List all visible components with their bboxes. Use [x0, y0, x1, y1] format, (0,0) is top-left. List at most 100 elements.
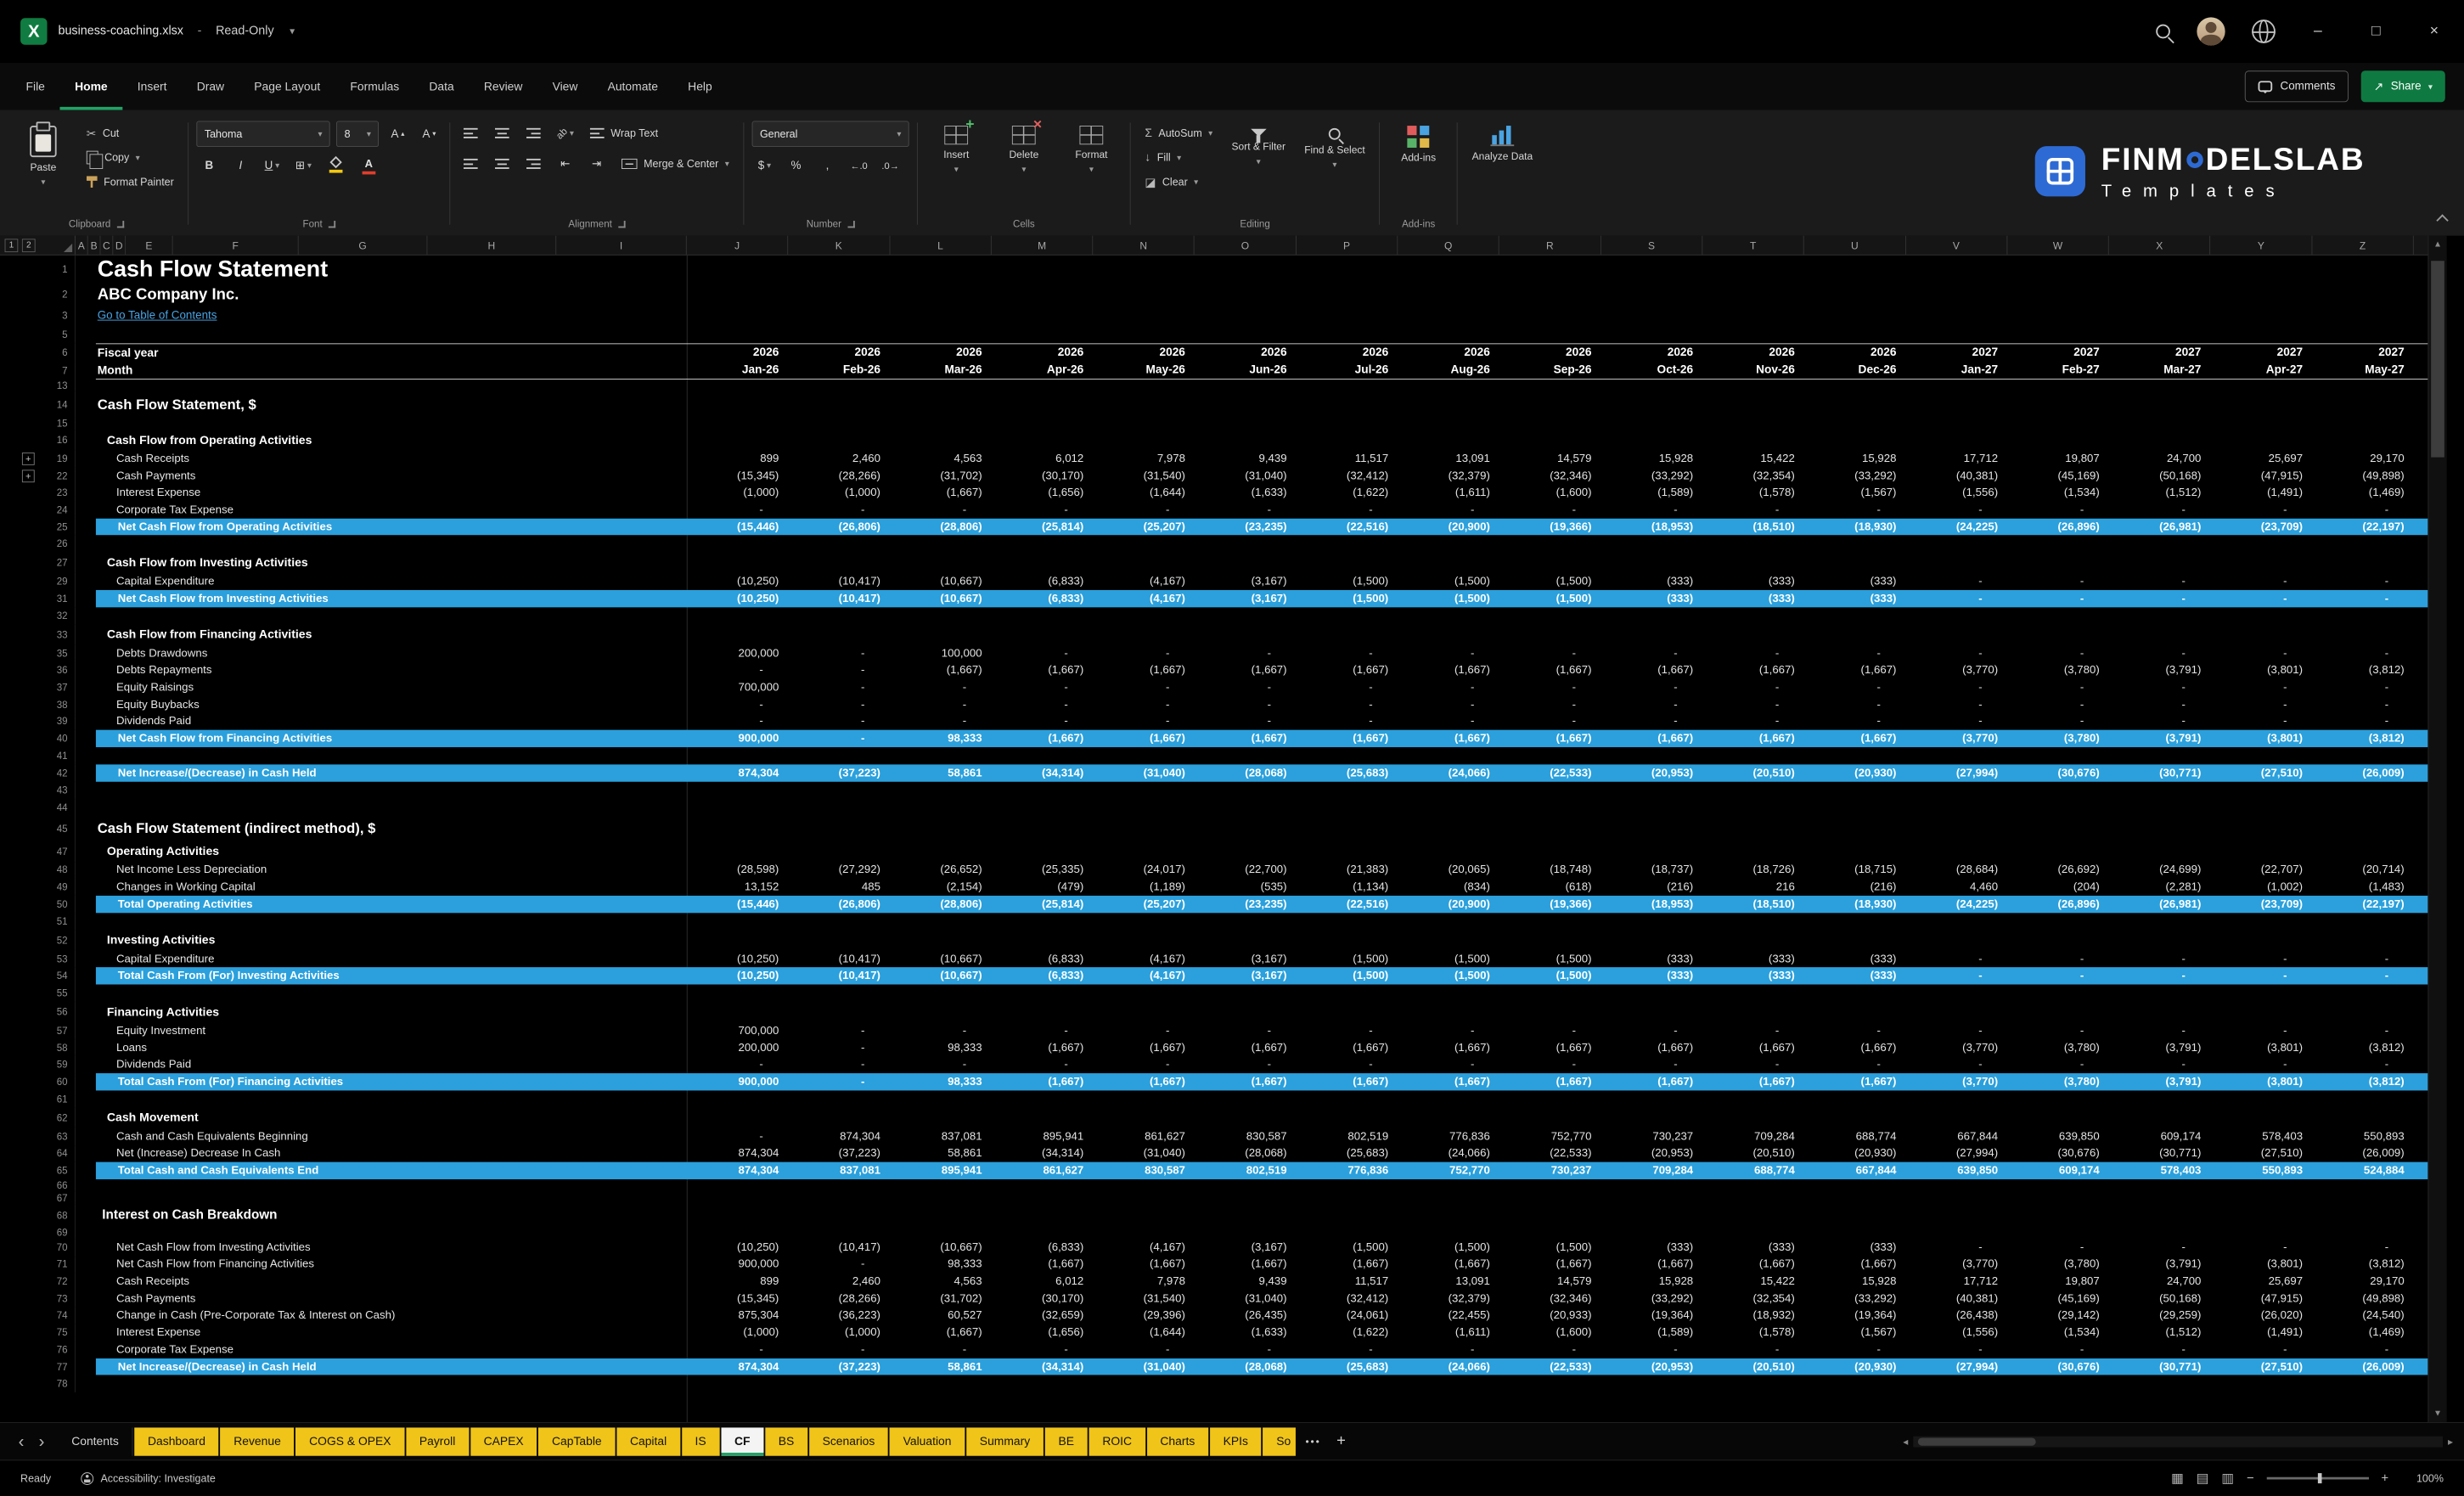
row-label-60[interactable]: Total Cash From (For) Financing Activiti… [96, 1076, 687, 1088]
cell-P70[interactable]: (1,500) [1297, 1241, 1398, 1254]
cell-U63[interactable]: 688,774 [1804, 1130, 1906, 1143]
cell-O6[interactable]: 2026 [1195, 346, 1297, 359]
cell-T75[interactable]: (1,578) [1702, 1326, 1804, 1339]
row-header-56[interactable]: 56 [41, 1002, 76, 1022]
zoom-slider-thumb[interactable] [2318, 1473, 2322, 1483]
cell-N58[interactable]: (1,667) [1093, 1042, 1195, 1055]
cell-N57[interactable]: - [1093, 1025, 1195, 1038]
cell-Y37[interactable]: - [2211, 681, 2313, 694]
cell-M38[interactable]: - [992, 698, 1094, 711]
cell-R42[interactable]: (22,533) [1499, 767, 1601, 779]
row-header-7[interactable]: 7 [41, 362, 76, 380]
number-format-select[interactable]: General▾ [752, 121, 909, 148]
cell-Q72[interactable]: 13,091 [1398, 1275, 1499, 1288]
cell-Q38[interactable]: - [1398, 698, 1499, 711]
cell-T74[interactable]: (18,932) [1702, 1309, 1804, 1322]
cell-L25[interactable]: (28,806) [890, 520, 992, 533]
row-label-6[interactable]: Fiscal year [96, 346, 687, 360]
sheet-tab-charts[interactable]: Charts [1147, 1427, 1208, 1455]
cell-O57[interactable]: - [1195, 1025, 1297, 1038]
cell-W64[interactable]: (30,676) [2007, 1147, 2109, 1160]
cell-Q37[interactable]: - [1398, 681, 1499, 694]
cell-N54[interactable]: (4,167) [1093, 970, 1195, 982]
cell-K42[interactable]: (37,223) [788, 767, 890, 779]
cell-U73[interactable]: (33,292) [1804, 1292, 1906, 1305]
cell-Y49[interactable]: (1,002) [2211, 880, 2313, 893]
cell-S49[interactable]: (216) [1601, 880, 1703, 893]
row-label-48[interactable]: Net Income Less Depreciation [76, 863, 687, 876]
cell-L7[interactable]: Mar-26 [890, 363, 992, 376]
cell-O37[interactable]: - [1195, 681, 1297, 694]
cell-Y76[interactable]: - [2211, 1343, 2313, 1356]
cell-L72[interactable]: 4,563 [890, 1275, 992, 1288]
cell-R40[interactable]: (1,667) [1499, 733, 1601, 745]
cell-Q74[interactable]: (22,455) [1398, 1309, 1499, 1322]
sheet-tab-bs[interactable]: BS [765, 1427, 807, 1455]
cell-O25[interactable]: (23,235) [1195, 520, 1297, 533]
row-header-74[interactable]: 74 [41, 1307, 76, 1324]
cell-K36[interactable]: - [788, 664, 890, 677]
cell-R24[interactable]: - [1499, 503, 1601, 516]
cell-P29[interactable]: (1,500) [1297, 576, 1398, 588]
cell-M76[interactable]: - [992, 1343, 1094, 1356]
cell-J24[interactable]: - [687, 503, 789, 516]
menu-tab-page-layout[interactable]: Page Layout [239, 63, 335, 110]
cell-J59[interactable]: - [687, 1059, 789, 1071]
fill-button[interactable]: ↓Fill▾ [1139, 145, 1219, 170]
cell-R72[interactable]: 14,579 [1499, 1275, 1601, 1288]
cell-J76[interactable]: - [687, 1343, 789, 1356]
cell-X29[interactable]: - [2109, 576, 2211, 588]
cell-Q35[interactable]: - [1398, 647, 1499, 660]
cell-M50[interactable]: (25,814) [992, 898, 1094, 911]
cell-V42[interactable]: (27,994) [1906, 767, 2008, 779]
cell-X59[interactable]: - [2109, 1059, 2211, 1071]
cell-J60[interactable]: 900,000 [687, 1076, 789, 1088]
cell-S6[interactable]: 2026 [1601, 346, 1703, 359]
title-dropdown-icon[interactable]: ▾ [290, 25, 295, 38]
accounting-format-button[interactable]: $▾ [752, 153, 778, 177]
row-header-69[interactable]: 69 [41, 1226, 76, 1239]
cell-V53[interactable]: - [1906, 953, 2008, 965]
cell-K64[interactable]: (37,223) [788, 1147, 890, 1160]
cell-Y64[interactable]: (27,510) [2211, 1147, 2313, 1160]
cell-W40[interactable]: (3,780) [2007, 733, 2109, 745]
cell-W39[interactable]: - [2007, 715, 2109, 728]
cell-M49[interactable]: (479) [992, 880, 1094, 893]
row-header-67[interactable]: 67 [41, 1192, 76, 1205]
cell-K77[interactable]: (37,223) [788, 1360, 890, 1373]
new-sheet-button[interactable]: + [1329, 1432, 1353, 1450]
cell-V71[interactable]: (3,770) [1906, 1258, 2008, 1271]
cell-Z53[interactable]: - [2312, 953, 2414, 965]
cell-N40[interactable]: (1,667) [1093, 733, 1195, 745]
row-header-29[interactable]: 29 [41, 573, 76, 590]
cell-L63[interactable]: 837,081 [890, 1130, 992, 1143]
cell-N38[interactable]: - [1093, 698, 1195, 711]
row-label-64[interactable]: Net (Increase) Decrease In Cash [76, 1147, 687, 1160]
cell-N74[interactable]: (29,396) [1093, 1309, 1195, 1322]
cell-W19[interactable]: 19,807 [2007, 453, 2109, 465]
cell-W74[interactable]: (29,142) [2007, 1309, 2109, 1322]
row-header-63[interactable]: 63 [41, 1128, 76, 1145]
cell-P74[interactable]: (24,061) [1297, 1309, 1398, 1322]
row-label-35[interactable]: Debts Drawdowns [76, 647, 687, 660]
comments-button[interactable]: Comments [2245, 70, 2349, 102]
cell-N73[interactable]: (31,540) [1093, 1292, 1195, 1305]
cell-X54[interactable]: - [2109, 970, 2211, 982]
scroll-up-icon[interactable]: ▲ [2428, 236, 2446, 253]
cell-J38[interactable]: - [687, 698, 789, 711]
cell-O70[interactable]: (3,167) [1195, 1241, 1297, 1254]
cell-S76[interactable]: - [1601, 1343, 1703, 1356]
cell-N77[interactable]: (31,040) [1093, 1360, 1195, 1373]
sheet-tab-capex[interactable]: CAPEX [470, 1427, 537, 1455]
cell-R75[interactable]: (1,600) [1499, 1326, 1601, 1339]
row-header-6[interactable]: 6 [41, 343, 76, 361]
cell-X19[interactable]: 24,700 [2109, 453, 2211, 465]
row-header-13[interactable]: 13 [41, 380, 76, 392]
cell-M57[interactable]: - [992, 1025, 1094, 1038]
row-header-43[interactable]: 43 [41, 781, 76, 798]
cell-O53[interactable]: (3,167) [1195, 953, 1297, 965]
row-label-54[interactable]: Total Cash From (For) Investing Activiti… [96, 970, 687, 982]
cell-X24[interactable]: - [2109, 503, 2211, 516]
cell-Q39[interactable]: - [1398, 715, 1499, 728]
cell-Z31[interactable]: - [2312, 593, 2414, 605]
